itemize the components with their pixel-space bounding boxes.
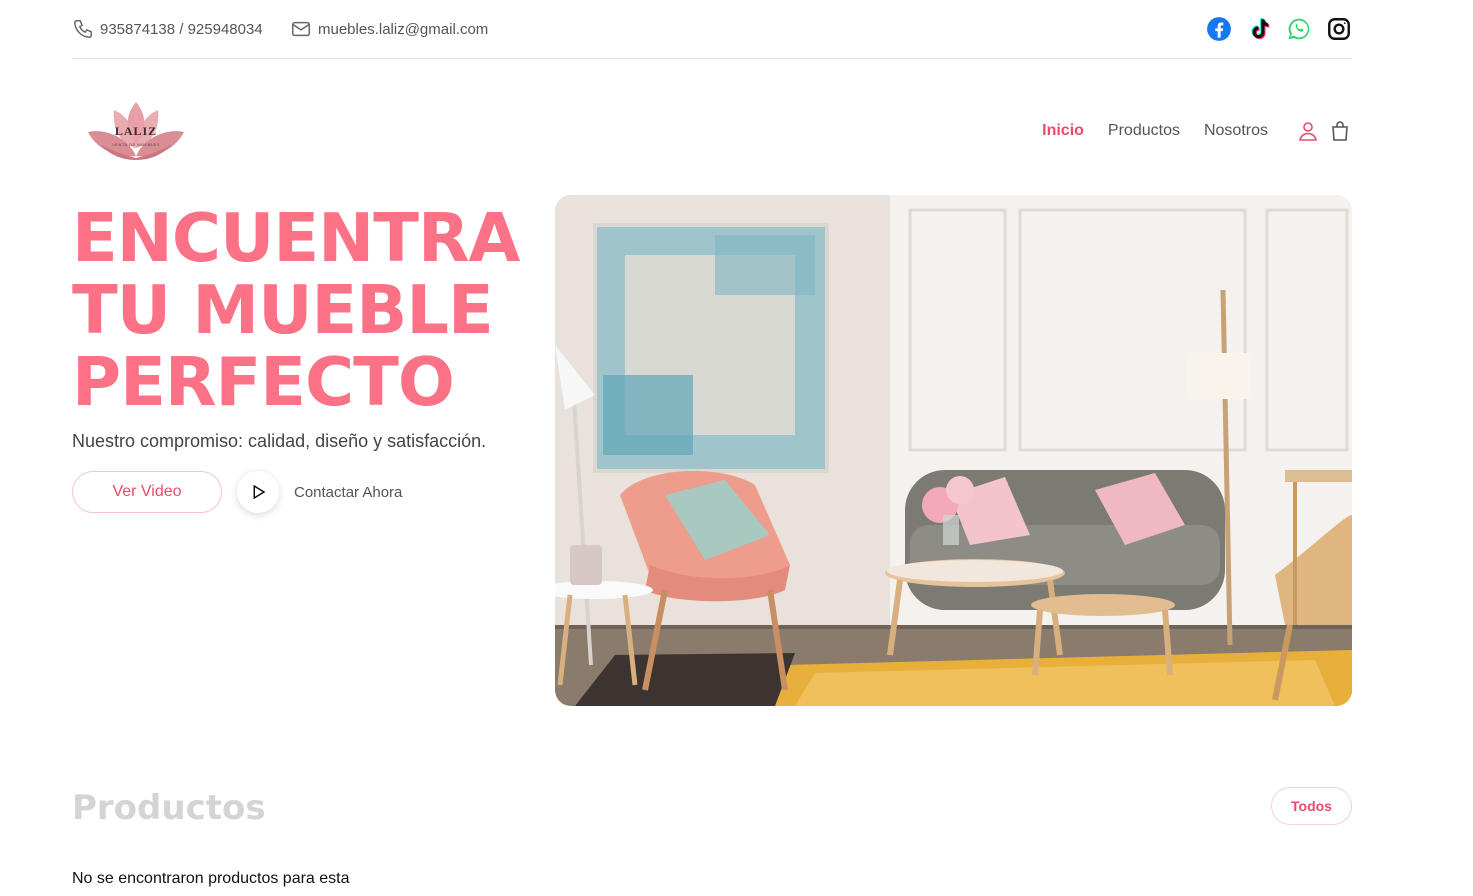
facebook-icon[interactable] [1206, 16, 1232, 42]
tiktok-icon[interactable] [1246, 16, 1272, 42]
hero-title-line: PERFECTO [72, 343, 455, 421]
hero-title-line: TU MUEBLE [72, 271, 494, 349]
instagram-icon[interactable] [1326, 16, 1352, 42]
main-nav: Inicio Productos Nosotros [1042, 119, 1352, 143]
top-bar: 935874138 / 925948034 muebles.laliz@gmai… [72, 0, 1352, 59]
nav-item-inicio[interactable]: Inicio [1042, 122, 1084, 140]
watch-video-button[interactable]: Ver Video [72, 471, 222, 513]
play-button[interactable] [237, 471, 279, 513]
play-icon [253, 484, 266, 500]
nav-item-nosotros[interactable]: Nosotros [1204, 122, 1268, 140]
phone-contact[interactable]: 935874138 / 925948034 [72, 18, 263, 40]
products-section-title: Productos [72, 788, 266, 828]
nav-item-productos[interactable]: Productos [1108, 122, 1180, 140]
social-links [1206, 16, 1352, 42]
hero-title: ENCUENTRA TU MUEBLE PERFECTO [72, 202, 542, 418]
logo-tagline: VENTA DE MUEBLES [112, 142, 160, 147]
empty-products-message: No se encontraron productos para esta [72, 870, 350, 887]
email-text: muebles.laliz@gmail.com [318, 20, 489, 38]
nav-icons [1296, 119, 1352, 143]
hero-image [555, 195, 1352, 706]
whatsapp-icon[interactable] [1286, 16, 1312, 42]
brand-logo[interactable]: LALIZ VENTA DE MUEBLES [84, 100, 188, 162]
phone-text: 935874138 / 925948034 [100, 20, 263, 38]
hero-subtitle: Nuestro compromiso: calidad, diseño y sa… [72, 431, 487, 451]
user-icon[interactable] [1296, 119, 1320, 143]
email-contact[interactable]: muebles.laliz@gmail.com [290, 18, 488, 40]
logo-name: LALIZ [114, 124, 158, 138]
filter-all-button[interactable]: Todos [1271, 787, 1352, 825]
phone-icon [74, 20, 92, 38]
shopping-bag-icon[interactable] [1328, 119, 1352, 143]
contact-now-link[interactable]: Contactar Ahora [294, 484, 402, 501]
hero-title-line: ENCUENTRA [72, 199, 520, 277]
mail-icon [292, 21, 310, 37]
